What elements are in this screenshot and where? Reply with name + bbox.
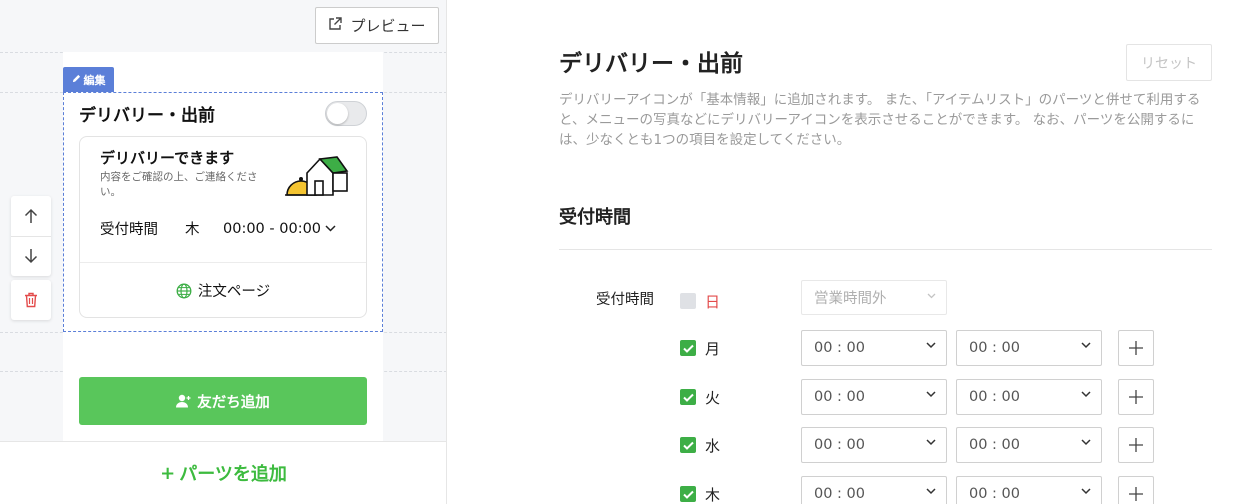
end-time-value: 00 : 00	[969, 340, 1021, 356]
plus-icon	[1129, 487, 1143, 501]
trash-icon	[24, 292, 38, 308]
chevron-down-icon	[1081, 391, 1091, 398]
section-title: 受付時間	[559, 207, 631, 228]
delivery-illustration-icon	[285, 155, 349, 203]
add-friend-button[interactable]: 友だち追加	[79, 377, 367, 425]
check-icon	[682, 441, 694, 450]
card-title: デリバリーできます	[100, 149, 235, 167]
chevron-down-icon[interactable]	[325, 225, 336, 232]
day-checkbox[interactable]	[680, 437, 696, 453]
page-title: デリバリー・出前	[559, 51, 743, 77]
editor-panel: プレビュー 編集 デリバリー・出前 デリバリーできます 内容をご確認の上、ご連絡…	[0, 0, 447, 504]
reorder-tools	[11, 196, 51, 276]
chevron-down-icon	[1081, 488, 1091, 495]
plus-icon	[1129, 438, 1143, 452]
day-checkbox[interactable]	[680, 340, 696, 356]
external-link-icon	[328, 16, 343, 35]
day-label: 火	[705, 389, 721, 407]
divider	[80, 262, 366, 263]
globe-icon	[176, 283, 192, 299]
day-row-wed: 水 00 : 00 00 : 00	[680, 427, 1240, 463]
plus-icon	[1129, 390, 1143, 404]
day-row-tue: 火 00 : 00 00 : 00	[680, 379, 1240, 415]
end-time-select[interactable]: 00 : 00	[956, 476, 1102, 504]
end-time-select[interactable]: 00 : 00	[956, 330, 1102, 366]
end-time-select[interactable]: 00 : 00	[956, 379, 1102, 415]
pencil-icon	[72, 73, 81, 86]
part-title: デリバリー・出前	[79, 106, 215, 126]
check-icon	[682, 490, 694, 499]
reset-button[interactable]: リセット	[1126, 44, 1212, 81]
day-checkbox[interactable]	[680, 486, 696, 502]
check-icon	[682, 344, 694, 353]
day-checkbox[interactable]	[680, 389, 696, 405]
start-time-value: 00 : 00	[814, 340, 866, 356]
closed-select: 営業時間外	[801, 280, 947, 315]
day-row-sun: 日 営業時間外	[680, 280, 1240, 319]
delivery-card: デリバリーできます 内容をご確認の上、ご連絡ください。 受付時間 木 00:00…	[79, 136, 367, 318]
start-time-select[interactable]: 00 : 00	[801, 476, 947, 504]
arrow-up-icon	[24, 208, 38, 224]
hours-field-label: 受付時間	[596, 292, 654, 308]
chevron-down-icon	[927, 293, 936, 299]
order-page-link[interactable]: 注文ページ	[80, 280, 366, 301]
start-time-value: 00 : 00	[814, 437, 866, 453]
card-hours-day: 木	[185, 222, 200, 238]
add-user-icon	[176, 394, 191, 408]
add-time-button[interactable]	[1118, 330, 1154, 366]
day-checkbox[interactable]	[680, 293, 696, 309]
start-time-select[interactable]: 00 : 00	[801, 379, 947, 415]
chevron-down-icon	[1081, 439, 1091, 446]
plus-icon: +	[160, 462, 176, 484]
start-time-select[interactable]: 00 : 00	[801, 330, 947, 366]
preview-label: プレビュー	[350, 17, 426, 35]
start-time-value: 00 : 00	[814, 389, 866, 405]
preview-button[interactable]: プレビュー	[315, 7, 439, 44]
day-row-thu: 木 00 : 00 00 : 00	[680, 476, 1240, 504]
day-row-mon: 月 00 : 00 00 : 00	[680, 330, 1240, 366]
end-time-value: 00 : 00	[969, 389, 1021, 405]
add-friend-label: 友だち追加	[197, 394, 270, 411]
chevron-down-icon	[926, 439, 936, 446]
add-parts-button[interactable]: + パーツを追加	[0, 441, 446, 504]
move-down-button[interactable]	[11, 236, 51, 276]
check-icon	[682, 393, 694, 402]
edit-badge-label: 編集	[83, 73, 106, 87]
day-label: 木	[705, 486, 721, 504]
order-page-label: 注文ページ	[197, 284, 271, 300]
move-up-button[interactable]	[11, 196, 51, 236]
settings-panel: デリバリー・出前 リセット デリバリーアイコンが「基本情報」に追加されます。 ま…	[448, 0, 1245, 504]
delete-part-button[interactable]	[11, 280, 51, 320]
start-time-value: 00 : 00	[814, 486, 866, 502]
card-hours-value: 00:00 - 00:00	[223, 220, 322, 237]
plus-icon	[1129, 341, 1143, 355]
card-description: 内容をご確認の上、ご連絡ください。	[100, 171, 258, 198]
arrow-down-icon	[24, 248, 38, 264]
day-label: 水	[705, 437, 721, 455]
chevron-down-icon	[926, 488, 936, 495]
day-label: 月	[705, 340, 721, 358]
start-time-select[interactable]: 00 : 00	[801, 427, 947, 463]
chevron-down-icon	[926, 342, 936, 349]
card-hours: 受付時間 木 00:00 - 00:00	[100, 218, 336, 239]
add-time-button[interactable]	[1118, 427, 1154, 463]
end-time-value: 00 : 00	[969, 486, 1021, 502]
add-time-button[interactable]	[1118, 379, 1154, 415]
closed-label: 営業時間外	[814, 291, 887, 307]
end-time-select[interactable]: 00 : 00	[956, 427, 1102, 463]
card-hours-label: 受付時間	[100, 222, 158, 238]
add-parts-label: パーツを追加	[179, 464, 287, 485]
chevron-down-icon	[926, 391, 936, 398]
part-toggle[interactable]	[325, 101, 367, 126]
day-label: 日	[705, 293, 721, 311]
divider	[559, 249, 1212, 250]
end-time-value: 00 : 00	[969, 437, 1021, 453]
page-description: デリバリーアイコンが「基本情報」に追加されます。 また、「アイテムリスト」のパー…	[559, 92, 1201, 148]
chevron-down-icon	[1081, 342, 1091, 349]
add-time-button[interactable]	[1118, 476, 1154, 504]
edit-badge[interactable]: 編集	[63, 67, 114, 92]
